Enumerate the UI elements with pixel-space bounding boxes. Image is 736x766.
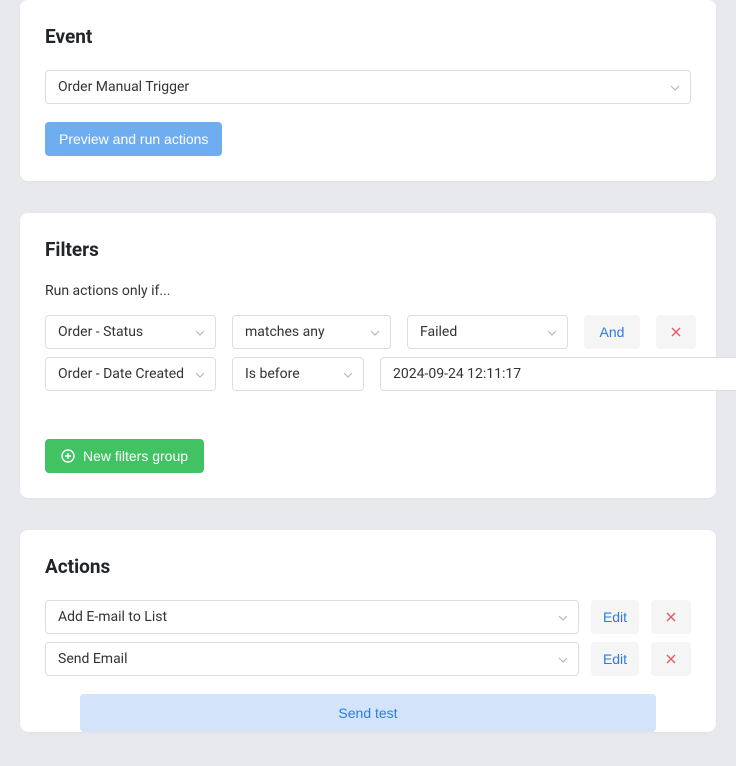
action-remove-button[interactable] [651, 600, 691, 634]
filters-title: Filters [45, 238, 691, 261]
event-title: Event [45, 25, 691, 48]
new-filters-group-label: New filters group [83, 449, 188, 463]
chevron-down-icon [558, 609, 568, 625]
action-edit-label: Edit [603, 651, 627, 667]
actions-title: Actions [45, 555, 691, 578]
action-name: Send Email [58, 651, 128, 667]
filter-operator-select[interactable]: matches any [232, 315, 391, 349]
filter-date-value: 2024-09-24 12:11:17 [393, 366, 521, 382]
filter-field-select[interactable]: Order - Date Created [45, 357, 216, 391]
close-icon [666, 610, 676, 625]
chevron-down-icon [343, 366, 353, 382]
filter-row: Order - Date Created Is before 2024-09-2… [45, 357, 691, 391]
action-remove-button[interactable] [651, 642, 691, 676]
action-edit-label: Edit [603, 609, 627, 625]
chevron-down-icon [670, 79, 680, 95]
chevron-down-icon [195, 324, 205, 340]
filter-operator-value: Is before [245, 366, 300, 382]
action-row: Add E-mail to List Edit [45, 600, 691, 634]
action-edit-button[interactable]: Edit [591, 642, 639, 676]
close-icon [671, 325, 681, 340]
filter-field-value: Order - Date Created [58, 366, 184, 382]
filter-and-label: And [600, 324, 625, 340]
preview-run-label: Preview and run actions [59, 132, 208, 146]
actions-card: Actions Add E-mail to List Edit Send Ema… [20, 530, 716, 732]
action-select[interactable]: Add E-mail to List [45, 600, 579, 634]
filters-helper: Run actions only if... [45, 283, 691, 299]
chevron-down-icon [547, 324, 557, 340]
filter-row: Order - Status matches any Failed And [45, 315, 691, 349]
filter-remove-button[interactable] [656, 315, 696, 349]
chevron-down-icon [195, 366, 205, 382]
filter-and-button[interactable]: And [584, 315, 640, 349]
chevron-down-icon [558, 651, 568, 667]
filter-date-input[interactable]: 2024-09-24 12:11:17 [380, 357, 736, 391]
chevron-down-icon [370, 324, 380, 340]
event-select-value: Order Manual Trigger [58, 79, 189, 95]
filter-value-text: Failed [420, 324, 457, 340]
new-filters-group-button[interactable]: New filters group [45, 439, 204, 473]
action-edit-button[interactable]: Edit [591, 600, 639, 634]
action-row: Send Email Edit [45, 642, 691, 676]
filters-card: Filters Run actions only if... Order - S… [20, 213, 716, 498]
plus-circle-icon [61, 449, 75, 463]
action-select[interactable]: Send Email [45, 642, 579, 676]
filter-value-select[interactable]: Failed [407, 315, 568, 349]
filter-field-value: Order - Status [58, 324, 143, 340]
close-icon [666, 652, 676, 667]
filter-operator-value: matches any [245, 324, 325, 340]
filter-field-select[interactable]: Order - Status [45, 315, 216, 349]
event-select[interactable]: Order Manual Trigger [45, 70, 691, 104]
preview-run-button[interactable]: Preview and run actions [45, 122, 222, 156]
filter-operator-select[interactable]: Is before [232, 357, 364, 391]
send-test-label: Send test [338, 705, 397, 721]
event-card: Event Order Manual Trigger Preview and r… [20, 0, 716, 181]
action-name: Add E-mail to List [58, 609, 167, 625]
send-test-button[interactable]: Send test [80, 694, 656, 732]
